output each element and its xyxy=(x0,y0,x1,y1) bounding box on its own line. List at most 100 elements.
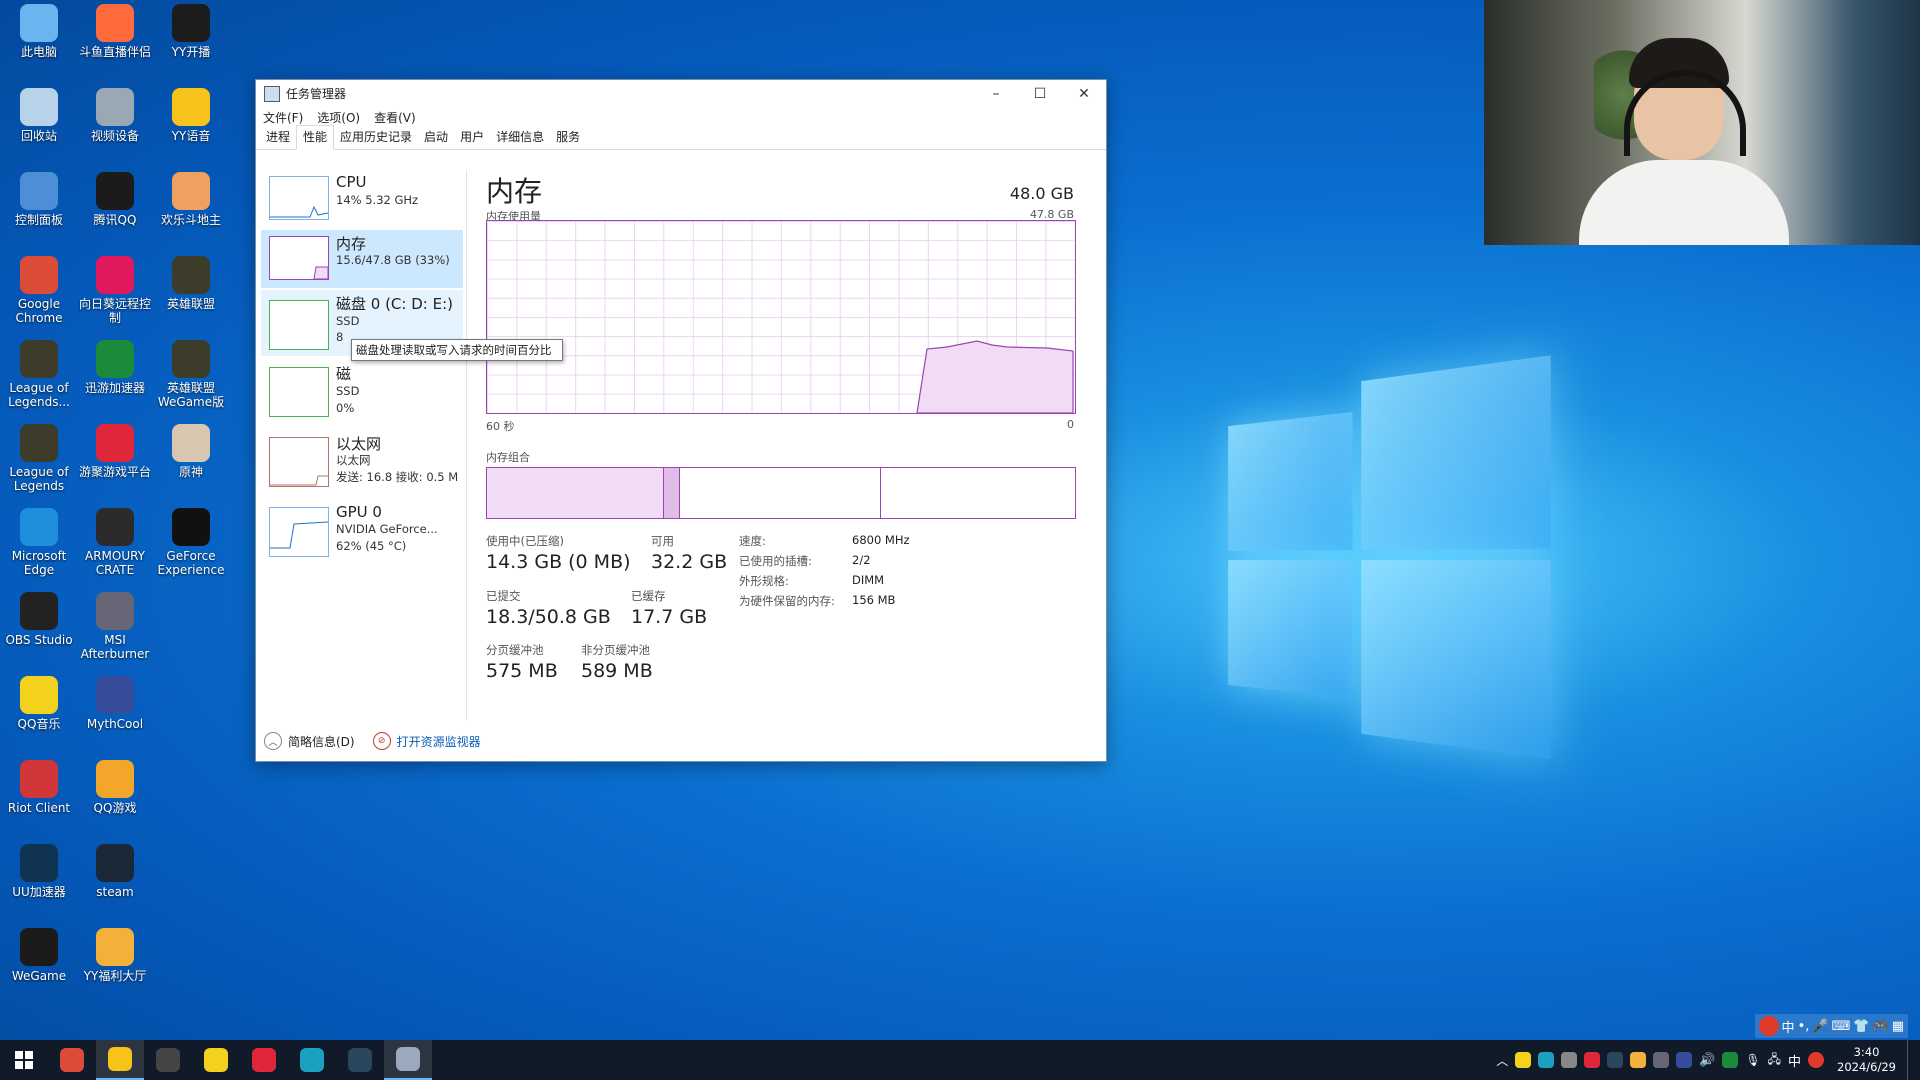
nonpaged-pool-value: 589 MB xyxy=(581,660,653,682)
app-icon xyxy=(300,1048,324,1072)
ime-item[interactable]: ▦ xyxy=(1892,1019,1904,1034)
fewer-details-button[interactable]: ︿ 简略信息(D) xyxy=(264,732,355,750)
taskbar-app-steam[interactable] xyxy=(336,1040,384,1080)
desktop-icon[interactable]: UU加速器 xyxy=(0,844,78,899)
desktop-icon[interactable]: QQ游戏 xyxy=(76,760,154,815)
clock[interactable]: 3:40 2024/6/29 xyxy=(1837,1045,1896,1075)
menu-file[interactable]: 文件(F) xyxy=(263,109,303,126)
desktop-icon-label: Riot Client xyxy=(7,801,71,815)
desktop-icon[interactable]: MythCool xyxy=(76,676,154,731)
desktop-icon[interactable]: GeForce Experience xyxy=(152,508,230,577)
tray-icon[interactable] xyxy=(1584,1052,1601,1068)
tray-icon[interactable] xyxy=(1676,1052,1693,1068)
desktop-icon[interactable]: 腾讯QQ xyxy=(76,172,154,227)
tray-icon[interactable] xyxy=(1538,1052,1555,1068)
desktop-icon[interactable]: 英雄联盟WeGame版 xyxy=(152,340,230,409)
tab-users[interactable]: 用户 xyxy=(454,126,490,149)
taskbar-app-chrome[interactable] xyxy=(48,1040,96,1080)
perf-item-memory[interactable]: 内存 15.6/47.8 GB (33%) xyxy=(261,230,463,288)
desktop-icon[interactable]: 迅游加速器 xyxy=(76,340,154,395)
desktop-icon[interactable]: OBS Studio xyxy=(0,592,78,647)
tab-processes[interactable]: 进程 xyxy=(260,126,296,149)
desktop-icon[interactable]: League of Legends... xyxy=(0,340,78,409)
volume-icon[interactable]: 🔊 xyxy=(1699,1053,1715,1068)
tab-details[interactable]: 详细信息 xyxy=(490,126,550,149)
tray-icon[interactable] xyxy=(1630,1052,1647,1068)
desktop-icon[interactable]: YY开播 xyxy=(152,4,230,59)
ime-language[interactable]: 中 xyxy=(1788,1051,1801,1070)
desktop-icon[interactable]: 游聚游戏平台 xyxy=(76,424,154,479)
taskbar-app-qqmusic[interactable] xyxy=(192,1040,240,1080)
tab-startup[interactable]: 启动 xyxy=(418,126,454,149)
tab-services[interactable]: 服务 xyxy=(550,126,586,149)
sogou-ime-icon[interactable] xyxy=(1758,1016,1779,1036)
app-icon xyxy=(20,508,58,546)
taskbar-app-obs[interactable] xyxy=(144,1040,192,1080)
tab-app-history[interactable]: 应用历史记录 xyxy=(334,126,418,149)
network-icon[interactable]: 🖧 xyxy=(1768,1050,1781,1071)
ime-item[interactable]: ⌨ xyxy=(1832,1019,1851,1034)
taskbar-app-yy[interactable] xyxy=(96,1040,144,1080)
tray-icon[interactable] xyxy=(1607,1052,1624,1068)
tray-icon[interactable] xyxy=(1722,1052,1739,1068)
microphone-icon[interactable]: 🎙 xyxy=(1745,1053,1760,1067)
desktop-icon[interactable]: 此电脑 xyxy=(0,4,78,59)
tray-icon[interactable] xyxy=(1653,1052,1670,1068)
perf-item-name: 以太网 xyxy=(336,435,382,453)
menu-options[interactable]: 选项(O) xyxy=(317,109,360,126)
taskbar-app-uu[interactable] xyxy=(288,1040,336,1080)
start-button[interactable] xyxy=(0,1040,48,1080)
desktop-icon[interactable]: League of Legends xyxy=(0,424,78,493)
desktop-icon[interactable]: WeGame xyxy=(0,928,78,983)
windows-start-icon xyxy=(15,1051,33,1069)
desktop-icon-label: OBS Studio xyxy=(5,633,73,647)
chevron-up-icon[interactable]: ︿ xyxy=(1496,1052,1508,1069)
perf-item-disk-1[interactable]: 磁 SSD 0% xyxy=(261,360,463,426)
desktop-icon[interactable]: 回收站 xyxy=(0,88,78,143)
speed-value: 6800 MHz xyxy=(852,533,910,547)
desktop-icon-label: MSI Afterburner xyxy=(80,633,150,661)
tab-performance[interactable]: 性能 xyxy=(296,125,335,150)
desktop-icon[interactable]: 英雄联盟 xyxy=(152,256,230,311)
menu-view[interactable]: 查看(V) xyxy=(374,109,416,126)
cached-value: 17.7 GB xyxy=(631,606,708,628)
ime-item[interactable]: 👕 xyxy=(1853,1019,1869,1034)
desktop-icon-label: Microsoft Edge xyxy=(11,549,67,577)
desktop-icon[interactable]: ARMOURY CRATE xyxy=(76,508,154,577)
desktop-icon[interactable]: steam xyxy=(76,844,154,899)
desktop-icon[interactable]: 斗鱼直播伴侣 xyxy=(76,4,154,59)
desktop-icon[interactable]: YY福利大厅 xyxy=(76,928,154,983)
desktop-icon[interactable]: 视频设备 xyxy=(76,88,154,143)
ime-item[interactable]: 🎮 xyxy=(1873,1019,1889,1034)
perf-item-ethernet[interactable]: 以太网 以太网 发送: 16.8 接收: 0.5 M xyxy=(261,430,463,496)
desktop-icon[interactable]: Microsoft Edge xyxy=(0,508,78,577)
perf-item-gpu[interactable]: GPU 0 NVIDIA GeForce... 62% (45 °C) xyxy=(261,500,463,566)
sogou-tray-icon[interactable] xyxy=(1808,1052,1825,1068)
tray-icon[interactable] xyxy=(1561,1052,1578,1068)
desktop-icon-label: 斗鱼直播伴侣 xyxy=(78,45,151,59)
tray-icon[interactable] xyxy=(1515,1052,1532,1068)
taskbar-app-game[interactable] xyxy=(240,1040,288,1080)
desktop-icon[interactable]: QQ音乐 xyxy=(0,676,78,731)
maximize-button[interactable]: ☐ xyxy=(1018,80,1062,107)
ime-item[interactable]: 中 xyxy=(1782,1017,1795,1036)
desktop-icon[interactable]: 向日葵远程控制 xyxy=(76,256,154,325)
desktop-icon[interactable]: 控制面板 xyxy=(0,172,78,227)
taskbar-app-taskmgr[interactable] xyxy=(384,1040,432,1080)
ime-toolbar[interactable]: 中 •, 🎤 ⌨ 👕 🎮 ▦ xyxy=(1754,1014,1908,1038)
desktop-icon-label: 游聚游戏平台 xyxy=(78,465,151,479)
ime-item[interactable]: 🎤 xyxy=(1812,1019,1828,1034)
perf-item-cpu[interactable]: CPU 14% 5.32 GHz xyxy=(261,170,463,228)
desktop-icon[interactable]: YY语音 xyxy=(152,88,230,143)
desktop-icon[interactable]: MSI Afterburner xyxy=(76,592,154,661)
disk-mini-graph xyxy=(269,300,329,350)
open-resource-monitor-link[interactable]: ⊘ 打开资源监视器 xyxy=(372,732,481,750)
show-desktop-button[interactable] xyxy=(1907,1040,1912,1080)
ime-item[interactable]: •, xyxy=(1798,1019,1810,1034)
desktop-icon[interactable]: Riot Client xyxy=(0,760,78,815)
desktop-icon[interactable]: 原神 xyxy=(152,424,230,479)
desktop-icon[interactable]: 欢乐斗地主 xyxy=(152,172,230,227)
close-button[interactable]: ✕ xyxy=(1062,80,1106,107)
desktop-icon[interactable]: Google Chrome xyxy=(0,256,78,325)
minimize-button[interactable]: – xyxy=(974,80,1018,107)
